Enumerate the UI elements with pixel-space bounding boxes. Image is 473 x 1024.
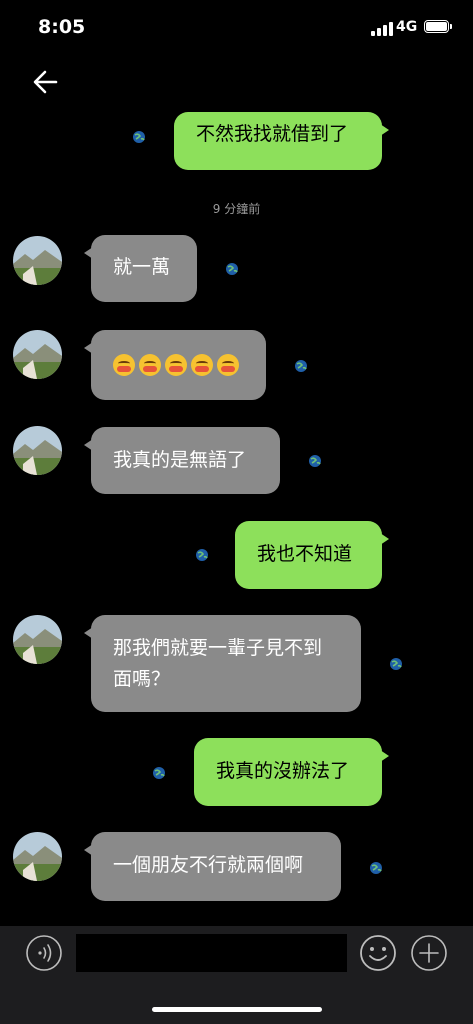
back-arrow-icon[interactable]	[30, 66, 62, 98]
message-text: 我真的是無語了	[113, 449, 247, 471]
voice-icon[interactable]	[25, 934, 63, 972]
message-bubble-incoming[interactable]	[84, 330, 266, 400]
message-input[interactable]	[76, 934, 347, 972]
message-bubble-outgoing[interactable]: 我也不知道	[235, 521, 389, 589]
message-text: 我也不知道	[257, 543, 353, 565]
avatar[interactable]	[13, 832, 62, 881]
status-time: 8:05	[38, 16, 86, 38]
signal-icon	[371, 22, 393, 36]
globe-icon	[295, 360, 307, 372]
message-text: 我真的沒辦法了	[216, 760, 350, 782]
plus-icon[interactable]	[410, 934, 448, 972]
network-type: 4G	[396, 19, 418, 35]
message-text-line: 那我們就要一輩子見不到	[113, 637, 323, 659]
hugging-face-emoji	[139, 354, 161, 376]
avatar[interactable]	[13, 236, 62, 285]
globe-icon	[153, 767, 165, 779]
avatar[interactable]	[13, 426, 62, 475]
message-bubble-incoming[interactable]: 那我們就要一輩子見不到 面嗎？	[84, 615, 361, 712]
globe-icon	[390, 658, 402, 670]
message-timestamp: 9 分鐘前	[212, 202, 261, 216]
globe-icon	[370, 862, 382, 874]
message-bubble-incoming[interactable]: 我真的是無語了	[84, 427, 280, 494]
message-bubble-outgoing[interactable]: 我真的沒辦法了	[194, 738, 389, 806]
globe-icon	[226, 263, 238, 275]
avatar[interactable]	[13, 615, 62, 664]
message-text: 就一萬	[113, 256, 171, 278]
hugging-face-emoji	[113, 354, 135, 376]
message-bubble-outgoing[interactable]: 不然我找就借到了	[174, 112, 389, 170]
message-text: 不然我找就借到了	[196, 123, 349, 145]
emoji-row	[113, 330, 244, 400]
hugging-face-emoji	[191, 354, 213, 376]
message-bubble-incoming[interactable]: 就一萬	[84, 235, 197, 302]
globe-icon	[309, 455, 321, 467]
hugging-face-emoji	[217, 354, 239, 376]
hugging-face-emoji	[165, 354, 187, 376]
message-text: 一個朋友不行就兩個啊	[113, 854, 304, 876]
globe-icon	[133, 131, 145, 143]
message-text-line: 面嗎？	[113, 668, 171, 690]
battery-icon	[424, 20, 452, 33]
globe-icon	[196, 549, 208, 561]
avatar[interactable]	[13, 330, 62, 379]
message-bubble-incoming[interactable]: 一個朋友不行就兩個啊	[84, 832, 341, 901]
home-indicator	[152, 1007, 322, 1012]
status-bar: 8:05 4G	[0, 0, 473, 56]
smiley-icon[interactable]	[359, 934, 397, 972]
